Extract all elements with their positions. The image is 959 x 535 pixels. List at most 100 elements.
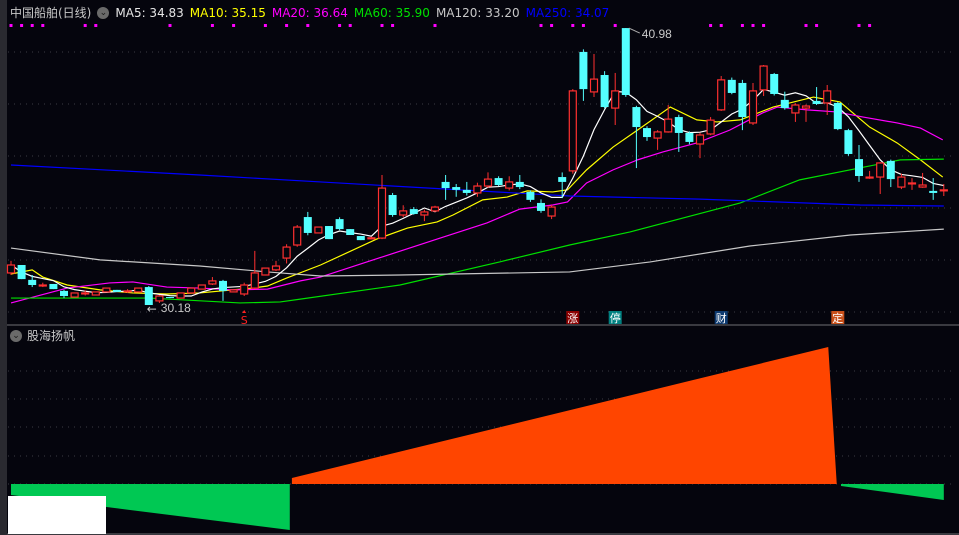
candle-body — [748, 90, 758, 124]
candle-body — [589, 78, 599, 93]
candle — [303, 211, 312, 236]
candle-body — [70, 292, 79, 298]
top-marker-dot — [306, 24, 310, 27]
top-marker-dot — [751, 24, 755, 27]
high-price-label: 40.98 — [642, 27, 672, 41]
candle — [812, 87, 821, 105]
top-marker-dot — [433, 24, 437, 27]
candle-body — [844, 130, 853, 154]
candle-body — [855, 159, 863, 177]
candle-body — [494, 178, 503, 185]
candle — [388, 192, 397, 217]
candle-body — [229, 289, 238, 293]
top-markers — [9, 24, 872, 27]
candle — [918, 172, 927, 188]
ma250-label: MA250: 34.07 — [525, 5, 610, 20]
candle-body — [939, 189, 948, 192]
top-marker-dot — [868, 24, 872, 27]
candle — [219, 279, 227, 301]
top-marker-dot — [613, 24, 617, 27]
candle — [261, 267, 270, 276]
candle-body — [367, 237, 376, 240]
candle — [134, 287, 143, 293]
candle-body — [568, 90, 577, 172]
candle — [367, 236, 376, 240]
candle-body — [282, 246, 291, 259]
signal-text: 停 — [610, 311, 621, 325]
candle — [462, 181, 471, 196]
candle — [208, 277, 217, 285]
candle — [907, 178, 917, 190]
high-pointer-line — [628, 27, 641, 34]
low-price-label: 30.18 — [161, 301, 191, 315]
candle-body — [49, 283, 58, 290]
candle-body — [759, 65, 768, 91]
signal-marker: 定 — [831, 311, 845, 325]
candle-body — [91, 291, 100, 296]
candle — [6, 260, 16, 275]
top-marker-dot — [348, 24, 352, 27]
ma5-label: MA5: 34.83 — [115, 5, 184, 20]
ma120-label: MA120: 33.20 — [435, 5, 520, 20]
candle-body — [801, 105, 811, 109]
top-marker-dot — [709, 24, 713, 27]
candle-body — [271, 265, 281, 271]
top-marker-dot — [20, 24, 24, 27]
chevron-down-icon[interactable]: ⌄ — [10, 329, 22, 342]
candle-body — [38, 284, 47, 287]
candle — [791, 103, 800, 122]
top-marker-dot — [210, 24, 214, 27]
ma20-label: MA20: 36.64 — [271, 5, 348, 20]
candle — [579, 49, 588, 101]
top-marker-dot — [30, 24, 34, 27]
candle — [166, 297, 174, 299]
candle-body — [335, 219, 344, 230]
candle-body — [685, 132, 694, 142]
chevron-down-icon[interactable]: ⌄ — [97, 6, 110, 19]
candle-body — [430, 206, 440, 212]
top-marker-dot — [391, 24, 395, 27]
candle-body — [632, 107, 641, 128]
candle-body — [865, 176, 874, 179]
candle-body — [356, 236, 365, 241]
candle — [706, 117, 715, 136]
candle — [229, 289, 238, 293]
candle-body — [113, 289, 121, 292]
candle — [420, 209, 429, 222]
candle-body — [770, 73, 779, 94]
candle-body — [377, 187, 387, 239]
candle — [483, 172, 493, 188]
candle-body — [176, 292, 185, 299]
candle-body — [441, 181, 450, 189]
blank-overlay-box — [8, 496, 106, 534]
candle-body — [611, 90, 620, 109]
top-marker-dot — [804, 24, 808, 27]
candle — [473, 182, 482, 197]
candle-body — [918, 184, 927, 188]
stock-title: 中国船舶(日线) — [10, 6, 92, 20]
candle-body — [28, 279, 37, 285]
candle — [939, 183, 948, 197]
candle — [653, 130, 662, 150]
candle-body — [187, 287, 196, 294]
candle — [886, 159, 895, 188]
candle-body — [102, 287, 111, 293]
candle — [664, 105, 673, 133]
candle-body — [261, 267, 270, 276]
indicator-positive-area — [291, 347, 837, 484]
candle — [695, 132, 705, 159]
candle-body — [208, 280, 217, 285]
indicator-negative-area — [840, 484, 944, 500]
top-marker-dot — [740, 24, 744, 27]
signal-marker: 财 — [714, 311, 728, 325]
candle-body — [897, 176, 906, 188]
kline-chart: S 涨 停 财 定 40.98 ← 30.18 — [6, 24, 959, 535]
candle — [611, 72, 620, 125]
candle — [537, 199, 545, 213]
candle — [187, 287, 196, 294]
top-marker-dot — [9, 24, 13, 27]
candle — [801, 104, 811, 122]
candle — [876, 162, 885, 194]
candle — [441, 175, 450, 200]
indicator-header: ⌄ 股海扬帆 — [10, 327, 75, 344]
